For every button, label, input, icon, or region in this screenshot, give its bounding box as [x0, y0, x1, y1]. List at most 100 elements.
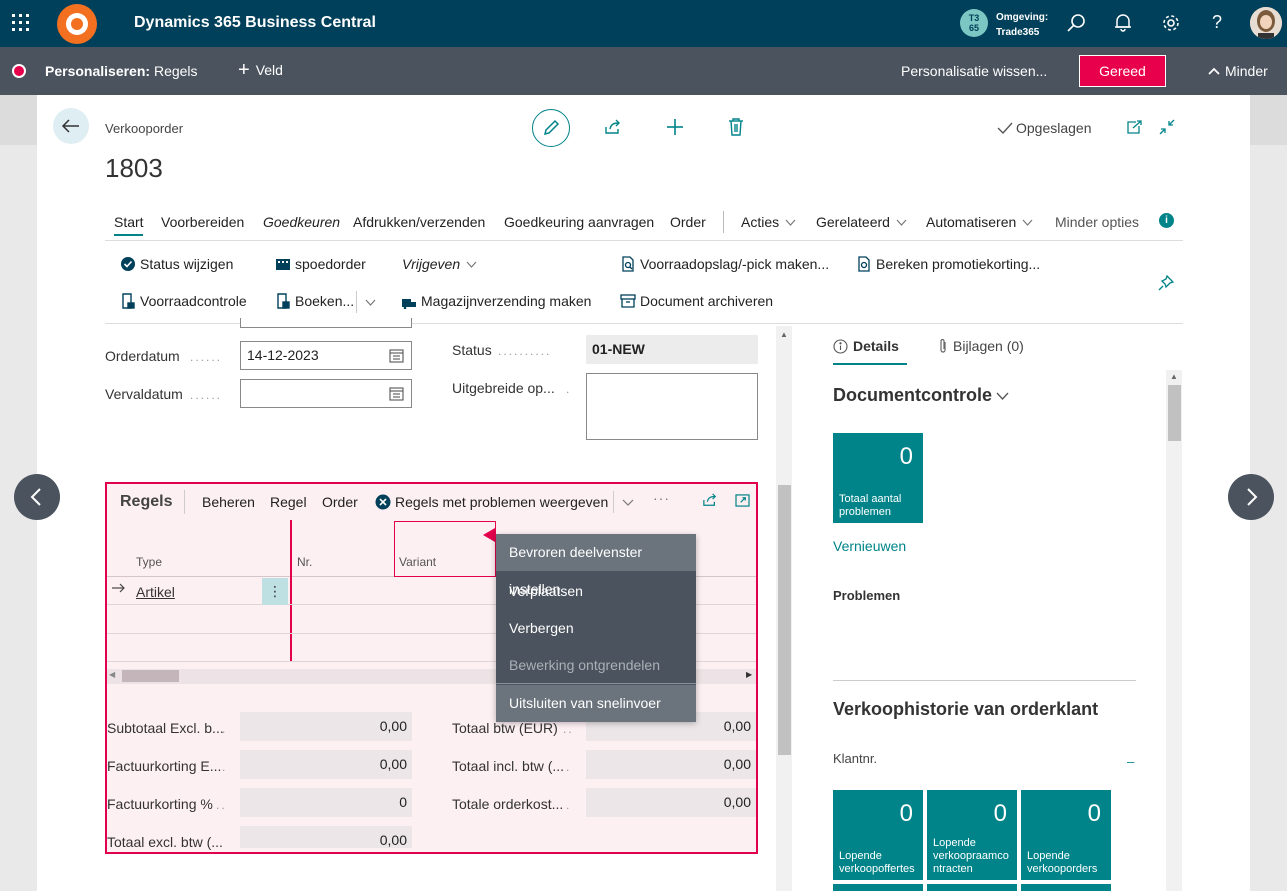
post-icon: [277, 293, 290, 309]
factbox-scrollbar-track[interactable]: [1166, 370, 1182, 891]
lines-share-icon[interactable]: [702, 493, 718, 507]
add-field-button[interactable]: + Veld: [238, 60, 283, 80]
vrijgeven-action[interactable]: Vrijgeven: [402, 256, 477, 272]
totaal-btw-leader: ..: [563, 722, 574, 736]
cut-off-field[interactable]: [240, 318, 412, 328]
column-header-nr[interactable]: Nr.: [297, 555, 312, 569]
edit-button[interactable]: [532, 109, 570, 147]
factuurkorting-pct-value[interactable]: 0: [240, 788, 412, 817]
next-record-button[interactable]: [1228, 474, 1274, 520]
open-in-new-window-icon[interactable]: [1126, 120, 1142, 134]
chevron-down-icon: [622, 499, 634, 506]
search-icon[interactable]: [1066, 13, 1086, 33]
show-problem-lines-action[interactable]: Regels met problemen weergeven: [375, 494, 608, 510]
problems-count-tile[interactable]: 0 Totaal aantal problemen: [833, 433, 923, 523]
scroll-left-arrow[interactable]: ◀: [109, 670, 115, 679]
documentcontrole-header[interactable]: Documentcontrole: [833, 385, 1009, 406]
history-tile-blanket-orders[interactable]: 0 Lopende verkoopraamco ntracten: [927, 790, 1017, 880]
app-launcher-icon[interactable]: [12, 14, 30, 32]
scroll-right-arrow[interactable]: ▶: [746, 670, 752, 679]
promotiekorting-action[interactable]: Bereken promotiekorting...: [856, 256, 1040, 272]
delete-icon[interactable]: [728, 118, 744, 136]
back-button[interactable]: [53, 108, 89, 144]
lines-menu-beheren[interactable]: Beheren: [202, 494, 255, 510]
subtotaal-value: 0,00: [240, 712, 412, 741]
row-menu-button[interactable]: ⋮: [262, 578, 288, 605]
column-header-type[interactable]: Type: [136, 555, 162, 569]
history-tile-row2-b[interactable]: [927, 884, 1017, 891]
subtotaal-leader: .: [222, 722, 228, 736]
avatar[interactable]: [1250, 7, 1282, 39]
new-icon[interactable]: [665, 117, 685, 137]
done-button[interactable]: Gereed: [1079, 55, 1166, 87]
voorraadopslag-action[interactable]: Voorraadopslag/-pick maken...: [620, 256, 829, 272]
totaal-incl-label: Totaal incl. btw (...: [452, 758, 565, 774]
menu-item-hide[interactable]: Verbergen: [496, 610, 696, 647]
history-tile-quotes[interactable]: 0 Lopende verkoopoffertes: [833, 790, 923, 880]
less-button[interactable]: Minder: [1208, 63, 1268, 79]
lines-menu-regel[interactable]: Regel: [270, 494, 307, 510]
tab-goedkeuren[interactable]: Goedkeuren: [263, 214, 340, 230]
magazijnverzending-action[interactable]: Magazijnverzending maken: [401, 293, 591, 309]
grid-scrollbar-thumb[interactable]: [122, 670, 179, 682]
document-archiveren-action[interactable]: Document archiveren: [620, 293, 773, 309]
lines-expand-icon[interactable]: [735, 494, 750, 507]
tab-details[interactable]: Details: [833, 338, 899, 354]
tabs-divider: [105, 240, 1183, 241]
tab-gerelateerd[interactable]: Gerelateerd: [816, 214, 907, 230]
calculate-discount-icon: [858, 256, 870, 272]
status-wijzigen-action[interactable]: Status wijzigen: [120, 256, 233, 272]
history-tile-row2-a[interactable]: [833, 884, 923, 891]
vervaldatum-leader: ......: [190, 388, 223, 402]
menu-item-freeze-pane[interactable]: Bevroren deelvenster instellen: [496, 534, 696, 597]
tab-afdrukken-verzenden[interactable]: Afdrukken/verzenden: [353, 214, 485, 230]
menu-item-move[interactable]: Verplaatsen: [496, 573, 696, 610]
factuurkorting-label: Factuurkorting E...: [107, 758, 222, 774]
lines-more-chevron[interactable]: [622, 499, 634, 506]
history-title[interactable]: Verkoophistorie van orderklant: [833, 699, 1098, 720]
column-header-variant[interactable]: Variant: [394, 521, 496, 577]
spoedorder-action[interactable]: spoedorder: [275, 256, 366, 272]
tab-minder-opties[interactable]: Minder opties: [1055, 214, 1139, 230]
app-title: Dynamics 365 Business Central: [134, 14, 376, 31]
boeken-action[interactable]: Boeken...: [275, 293, 354, 309]
collapse-icon[interactable]: [1159, 119, 1175, 135]
tab-start[interactable]: Start: [114, 214, 144, 230]
tab-voorbereiden[interactable]: Voorbereiden: [161, 214, 244, 230]
boeken-dropdown-button[interactable]: [365, 299, 376, 306]
bell-icon[interactable]: [1114, 13, 1132, 33]
refresh-link[interactable]: Vernieuwen: [833, 538, 906, 554]
menu-item-exclude-quick-entry[interactable]: Uitsluiten van snelinvoer: [496, 685, 696, 722]
info-icon[interactable]: i: [1159, 213, 1174, 228]
chevron-right-icon: [1247, 488, 1258, 506]
business-central-logo: [54, 1, 100, 47]
tab-automatiseren[interactable]: Automatiseren: [926, 214, 1033, 230]
share-icon[interactable]: [604, 119, 622, 135]
clear-personalization-link[interactable]: Personalisatie wissen...: [901, 63, 1047, 79]
previous-record-button[interactable]: [14, 474, 60, 520]
orderdatum-field[interactable]: 14-12-2023: [240, 341, 412, 370]
row-type-value[interactable]: Artikel: [136, 584, 175, 600]
tab-acties[interactable]: Acties: [741, 214, 796, 230]
help-icon[interactable]: ?: [1212, 12, 1222, 33]
tab-order[interactable]: Order: [670, 214, 706, 230]
main-scrollbar-thumb[interactable]: [778, 485, 791, 755]
gear-icon[interactable]: [1161, 13, 1181, 33]
factbox-scroll-up-arrow[interactable]: ▲: [1170, 372, 1178, 381]
factuurkorting-value: 0,00: [240, 750, 412, 779]
uitgebreide-field[interactable]: [586, 373, 758, 440]
factbox-scrollbar-thumb[interactable]: [1168, 385, 1181, 441]
pin-actions-icon[interactable]: [1158, 275, 1174, 291]
vervaldatum-field[interactable]: [240, 379, 412, 408]
tab-goedkeuring-aanvragen[interactable]: Goedkeuring aanvragen: [504, 214, 654, 230]
environment-badge: T3 65: [960, 9, 988, 37]
tab-bijlagen[interactable]: Bijlagen (0): [938, 338, 1024, 354]
history-tile-orders[interactable]: 0 Lopende verkooporders: [1021, 790, 1111, 880]
lines-ellipsis-icon[interactable]: ···: [653, 490, 670, 506]
main-scroll-up-arrow[interactable]: ▲: [780, 330, 788, 339]
klantnr-value[interactable]: –: [1127, 754, 1134, 769]
lines-menu-order[interactable]: Order: [322, 494, 358, 510]
menu-item-unlock-edit: Bewerking ontgrendelen: [509, 657, 660, 673]
voorraadcontrole-action[interactable]: Voorraadcontrole: [120, 293, 247, 309]
history-tile-row2-c[interactable]: [1021, 884, 1111, 891]
